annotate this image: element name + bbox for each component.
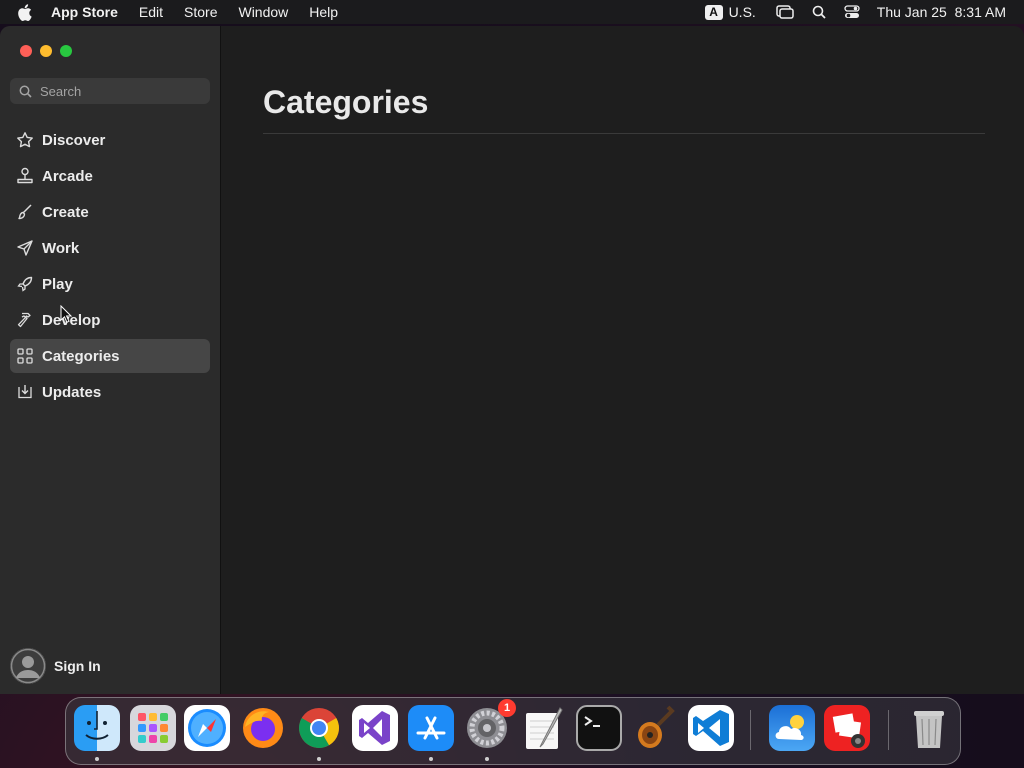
- sidebar-item-categories[interactable]: Categories: [10, 339, 210, 373]
- search-field[interactable]: [10, 78, 210, 104]
- sidebar-item-play[interactable]: Play: [10, 267, 210, 301]
- menu-help[interactable]: Help: [309, 4, 338, 20]
- sign-in-label: Sign In: [54, 658, 101, 674]
- download-icon: [16, 383, 34, 401]
- sidebar-item-label: Arcade: [42, 167, 93, 185]
- sign-in-button[interactable]: Sign In: [10, 648, 101, 684]
- menu-edit[interactable]: Edit: [139, 4, 163, 20]
- menu-window[interactable]: Window: [238, 4, 288, 20]
- mouse-cursor-icon: [60, 304, 73, 328]
- menu-bar-clock[interactable]: Thu Jan 25 8:31 AM: [877, 4, 1006, 20]
- dock: 1: [65, 697, 961, 765]
- launchpad-icon[interactable]: [130, 705, 176, 751]
- safari-icon[interactable]: [184, 705, 230, 751]
- spotlight-search-icon[interactable]: [812, 5, 826, 19]
- app-store-icon[interactable]: [408, 705, 454, 751]
- input-source-menu[interactable]: A U.S.: [704, 4, 756, 20]
- system-settings-running-indicator: [485, 757, 489, 761]
- search-icon: [19, 85, 32, 98]
- search-input[interactable]: [38, 82, 202, 100]
- sidebar-item-create[interactable]: Create: [10, 195, 210, 229]
- sidebar-item-label: Create: [42, 203, 89, 221]
- sidebar-item-updates[interactable]: Updates: [10, 375, 210, 409]
- sidebar-item-arcade[interactable]: Arcade: [10, 159, 210, 193]
- menu-bar: App Store Edit Store Window Help A U.S. …: [0, 0, 1024, 24]
- main-content: Categories: [221, 26, 1024, 694]
- apple-icon[interactable]: [17, 3, 37, 21]
- menu-bar-status-area: A U.S. Thu Jan 25 8:31 AM: [704, 0, 1024, 24]
- star-icon: [16, 131, 34, 149]
- trash-icon[interactable]: [906, 705, 952, 751]
- sidebar-item-develop[interactable]: Develop: [10, 303, 210, 337]
- avatar: [10, 648, 46, 684]
- brush-icon: [16, 203, 34, 221]
- chrome-icon[interactable]: [296, 705, 342, 751]
- terminal-icon[interactable]: [576, 705, 622, 751]
- input-source-label: U.S.: [728, 4, 756, 20]
- sidebar-item-label: Categories: [42, 347, 120, 365]
- menu-store[interactable]: Store: [184, 4, 217, 20]
- control-center-icon[interactable]: [844, 5, 860, 19]
- notification-badge: 1: [498, 699, 516, 717]
- sidebar-item-label: Updates: [42, 383, 102, 401]
- menu-app-store[interactable]: App Store: [51, 4, 118, 20]
- joystick-icon: [16, 167, 34, 185]
- visual-studio-icon[interactable]: [352, 705, 398, 751]
- sidebar-item-label: Discover: [42, 131, 106, 149]
- dock-separator: [888, 710, 889, 750]
- sidebar-item-work[interactable]: Work: [10, 231, 210, 265]
- screen-mirroring-icon[interactable]: [776, 5, 794, 19]
- dock-separator: [750, 710, 751, 750]
- zoom-button[interactable]: [60, 45, 72, 57]
- hammer-icon: [16, 311, 34, 329]
- sidebar-item-label: Work: [42, 239, 80, 257]
- sidebar-item-label: Play: [42, 275, 73, 293]
- input-source-badge: A: [704, 4, 723, 20]
- app-store-window: Discover Arcade Create Work Play: [0, 26, 1024, 694]
- garageband-icon[interactable]: [632, 705, 678, 751]
- vscode-icon[interactable]: [688, 705, 734, 751]
- rocket-icon: [16, 275, 34, 293]
- photo-booth-icon[interactable]: [824, 705, 870, 751]
- title-divider: [263, 133, 985, 134]
- system-settings-icon[interactable]: 1: [464, 699, 516, 751]
- sidebar-item-discover[interactable]: Discover: [10, 123, 210, 157]
- textedit-icon[interactable]: [520, 705, 566, 751]
- chrome-running-indicator: [317, 757, 321, 761]
- grid-icon: [16, 347, 34, 365]
- weather-icon[interactable]: [769, 705, 815, 751]
- app-store-running-indicator: [429, 757, 433, 761]
- firefox-icon[interactable]: [240, 705, 286, 751]
- minimize-button[interactable]: [40, 45, 52, 57]
- page-title: Categories: [263, 84, 429, 120]
- paper-plane-icon: [16, 239, 34, 257]
- close-button[interactable]: [20, 45, 32, 57]
- sidebar: Discover Arcade Create Work Play: [0, 26, 221, 694]
- finder-icon[interactable]: [74, 705, 120, 751]
- finder-running-indicator: [95, 757, 99, 761]
